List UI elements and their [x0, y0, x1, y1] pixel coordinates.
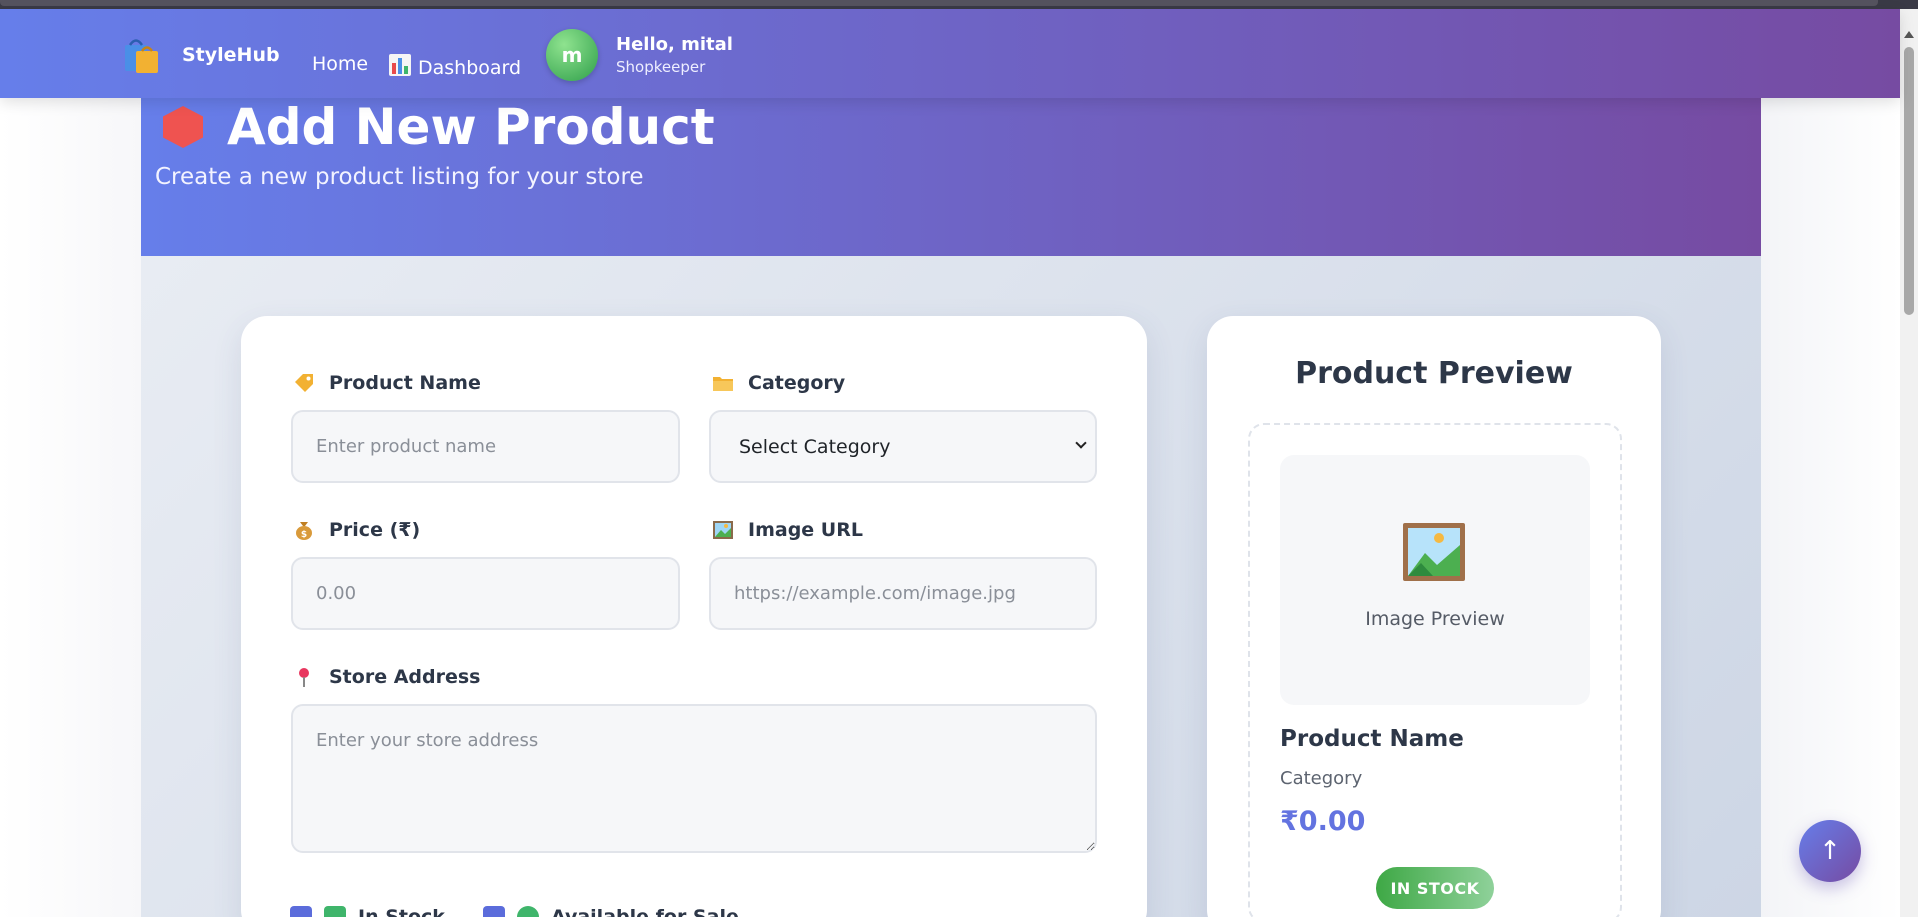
green-check-icon — [324, 906, 346, 917]
preview-category: Category — [1280, 768, 1363, 789]
category-select[interactable]: Select Category — [709, 410, 1097, 483]
image-url-input[interactable] — [709, 557, 1097, 630]
page-margin-left — [0, 98, 141, 917]
available-checkbox[interactable] — [482, 906, 505, 917]
image-url-label-row: Image URL — [712, 519, 863, 541]
category-selected-value: Select Category — [739, 435, 891, 458]
nav-dashboard-link[interactable]: Dashboard — [388, 53, 521, 82]
scroll-thumb[interactable] — [1904, 47, 1914, 315]
in-stock-label: In Stock — [358, 906, 445, 917]
page-margin-right — [1761, 98, 1900, 917]
price-label: Price (₹) — [329, 519, 421, 541]
shopping-bags-icon — [122, 35, 162, 75]
picture-icon — [712, 519, 734, 541]
preview-title: Product Preview — [1295, 356, 1573, 391]
browser-top-strip — [0, 0, 1918, 9]
page-title: Add New Product — [227, 98, 715, 156]
navbar: StyleHub Home Dashboard m Hello, mital S… — [0, 9, 1900, 98]
hexagon-icon — [163, 106, 203, 148]
hero-banner: Add New Product Create a new product lis… — [141, 98, 1761, 256]
page-subtitle: Create a new product listing for your st… — [155, 164, 644, 190]
bar-chart-icon — [388, 53, 412, 82]
product-name-input[interactable] — [291, 410, 680, 483]
store-address-textarea[interactable] — [291, 704, 1097, 853]
category-label-row: Category — [712, 372, 845, 394]
framed-picture-icon — [1403, 523, 1465, 581]
preview-product-name: Product Name — [1280, 726, 1464, 752]
checkbox-row: In Stock Available for Sale — [290, 906, 739, 917]
price-label-row: $ Price (₹) — [293, 519, 420, 541]
price-input[interactable] — [291, 557, 680, 630]
product-name-label-row: Product Name — [293, 372, 481, 394]
nav-home-link[interactable]: Home — [312, 53, 368, 75]
image-preview-label: Image Preview — [1365, 608, 1505, 630]
scrollbar[interactable] — [1900, 9, 1918, 917]
scroll-up-arrow-icon[interactable] — [1904, 31, 1914, 38]
in-stock-checkbox[interactable] — [290, 906, 312, 917]
chevron-down-icon — [1075, 437, 1087, 449]
preview-price: ₹0.00 — [1280, 806, 1366, 837]
user-role: Shopkeeper — [616, 58, 706, 76]
store-address-label: Store Address — [329, 666, 481, 688]
folder-icon — [712, 372, 734, 394]
category-label: Category — [748, 372, 846, 394]
green-circle-icon — [516, 906, 539, 917]
store-address-label-row: Store Address — [293, 666, 480, 688]
available-label: Available for Sale — [550, 906, 739, 917]
image-url-label: Image URL — [748, 519, 863, 541]
nav-dashboard-label: Dashboard — [418, 56, 522, 79]
pin-icon — [293, 666, 315, 688]
user-greeting: Hello, mital — [616, 34, 733, 55]
brand[interactable]: StyleHub — [122, 35, 280, 75]
tag-icon — [293, 372, 315, 394]
brand-name: StyleHub — [182, 44, 280, 66]
status-badge: IN STOCK — [1376, 867, 1494, 909]
avatar: m — [546, 29, 598, 81]
user-menu[interactable]: m Hello, mital Shopkeeper — [546, 29, 733, 81]
product-name-label: Product Name — [329, 372, 481, 394]
svg-text:$: $ — [301, 530, 307, 540]
money-bag-icon: $ — [293, 519, 315, 541]
back-to-top-button[interactable]: ↑ — [1799, 820, 1861, 882]
